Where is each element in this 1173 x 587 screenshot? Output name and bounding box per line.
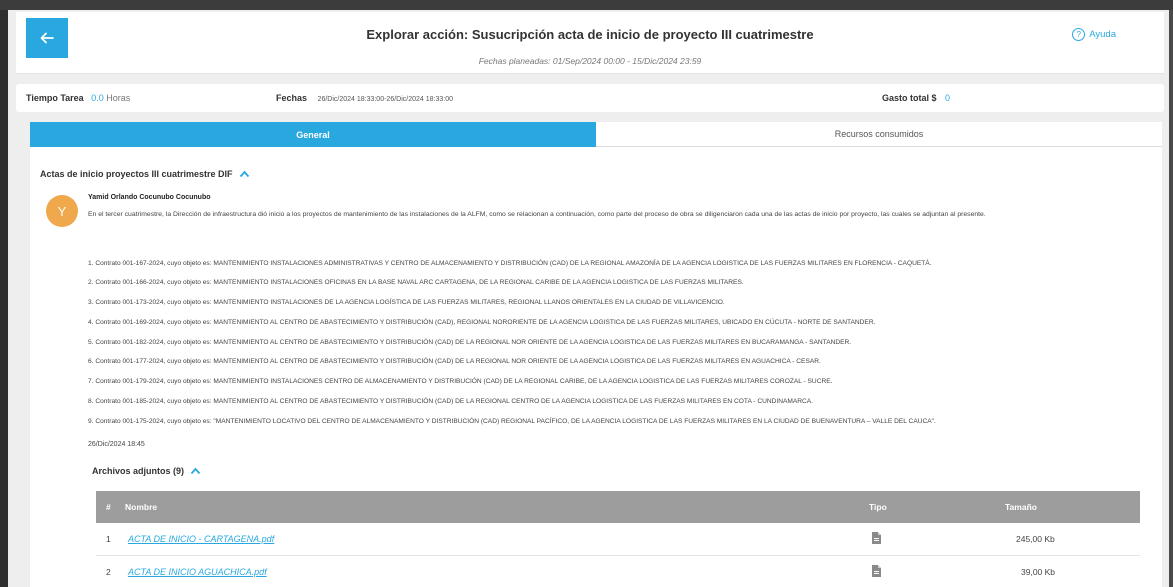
contract-item: 6. Contrato 001-177-2024, cuyo objeto es… xyxy=(88,358,821,365)
total-expense-label: Gasto total $ xyxy=(882,93,937,103)
task-info-bar: Tiempo Tarea 0.0 Horas Fechas 26/Dic/202… xyxy=(16,84,1164,112)
planned-dates: Fechas planeadas: 01/Sep/2024 00:00 - 15… xyxy=(478,56,702,66)
avatar: Y xyxy=(46,195,78,227)
contract-item: 4. Contrato 001-169-2024, cuyo objeto es… xyxy=(88,319,876,326)
file-type-cell xyxy=(872,532,881,546)
total-expense-value: 0 xyxy=(945,93,951,103)
contract-item: 7. Contrato 001-179-2024, cuyo objeto es… xyxy=(88,378,833,385)
tab-bar: General Recursos consumidos xyxy=(30,122,1162,147)
chevron-up-icon[interactable] xyxy=(239,170,250,178)
row-num: 2 xyxy=(106,567,111,577)
table-header: # Nombre Tipo Tamaño xyxy=(96,491,1140,523)
contract-item: 1. Contrato 001-167-2024, cuyo objeto es… xyxy=(88,260,932,267)
attachments-title: Archivos adjuntos (9) xyxy=(92,466,185,476)
table-row: 2 ACTA DE INICIO AGUACHICA.pdf 39,00 Kb xyxy=(96,556,1140,587)
comment-intro: En el tercer cuatrimestre, la Dirección … xyxy=(88,211,986,218)
task-time-value: 0.0 xyxy=(91,93,104,103)
contract-item: 2. Contrato 001-166-2024, cuyo objeto es… xyxy=(88,279,744,286)
chevron-up-icon[interactable] xyxy=(190,467,201,475)
col-type-header[interactable]: Tipo xyxy=(869,502,887,512)
action-explorer-window: Explorar acción: Susucripción acta de in… xyxy=(8,10,1169,587)
tab-general[interactable]: General xyxy=(30,122,596,147)
table-row: 1 ACTA DE INICIO - CARTAGENA.pdf 245,00 … xyxy=(96,523,1140,556)
file-type-cell xyxy=(872,565,881,579)
section-header: Actas de inicio proyectos III cuatrimest… xyxy=(40,169,250,179)
col-name-header[interactable]: Nombre xyxy=(125,502,157,512)
contract-item: 3. Contrato 001-173-2024, cuyo objeto es… xyxy=(88,299,725,306)
contract-item: 9. Contrato 001-175-2024, cuyo objeto es… xyxy=(88,418,936,425)
task-time-label: Tiempo Tarea xyxy=(26,93,84,103)
task-dates-label: Fechas xyxy=(276,93,308,103)
file-size: 245,00 Kb xyxy=(1016,534,1055,544)
tab-recursos-consumidos[interactable]: Recursos consumidos xyxy=(596,122,1162,147)
task-time: Tiempo Tarea 0.0 Horas xyxy=(26,93,130,103)
contract-item: 8. Contrato 001-185-2024, cuyo objeto es… xyxy=(88,398,814,405)
attachment-link[interactable]: ACTA DE INICIO AGUACHICA.pdf xyxy=(128,567,267,577)
help-icon: ? xyxy=(1072,28,1086,41)
page-title: Explorar acción: Susucripción acta de in… xyxy=(366,27,814,42)
help-link[interactable]: ? Ayuda xyxy=(1072,28,1116,41)
row-num: 1 xyxy=(106,534,111,544)
comment-author: Yamid Orlando Cocunubo Cocunubo xyxy=(88,194,211,201)
attachments-header: Archivos adjuntos (9) xyxy=(92,466,201,476)
page-header: Explorar acción: Susucripción acta de in… xyxy=(16,12,1164,74)
section-title: Actas de inicio proyectos III cuatrimest… xyxy=(40,169,233,179)
file-icon[interactable] xyxy=(872,565,881,577)
general-tab-content: Actas de inicio proyectos III cuatrimest… xyxy=(30,147,1162,587)
file-icon[interactable] xyxy=(872,532,881,544)
col-size-header[interactable]: Tamaño xyxy=(1005,502,1037,512)
total-expense: Gasto total $ 0 xyxy=(882,93,950,103)
file-size: 39,00 Kb xyxy=(1021,567,1056,577)
screen-left-edge xyxy=(0,10,8,587)
col-num-header: # xyxy=(106,502,111,512)
help-label: Ayuda xyxy=(1089,29,1116,40)
task-dates: Fechas 26/Dic/2024 18:33:00-26/Dic/2024 … xyxy=(276,93,453,103)
task-time-unit: Horas xyxy=(106,93,131,103)
comment-date: 26/Dic/2024 18:45 xyxy=(88,441,145,448)
attachment-link[interactable]: ACTA DE INICIO - CARTAGENA.pdf xyxy=(128,534,274,544)
screen-top-edge xyxy=(0,0,1173,10)
contract-item: 5. Contrato 001-182-2024, cuyo objeto es… xyxy=(88,339,852,346)
attachments-table: # Nombre Tipo Tamaño 1 ACTA DE INICIO - … xyxy=(96,491,1140,587)
task-dates-value: 26/Dic/2024 18:33:00-26/Dic/2024 18:33:0… xyxy=(317,96,453,103)
